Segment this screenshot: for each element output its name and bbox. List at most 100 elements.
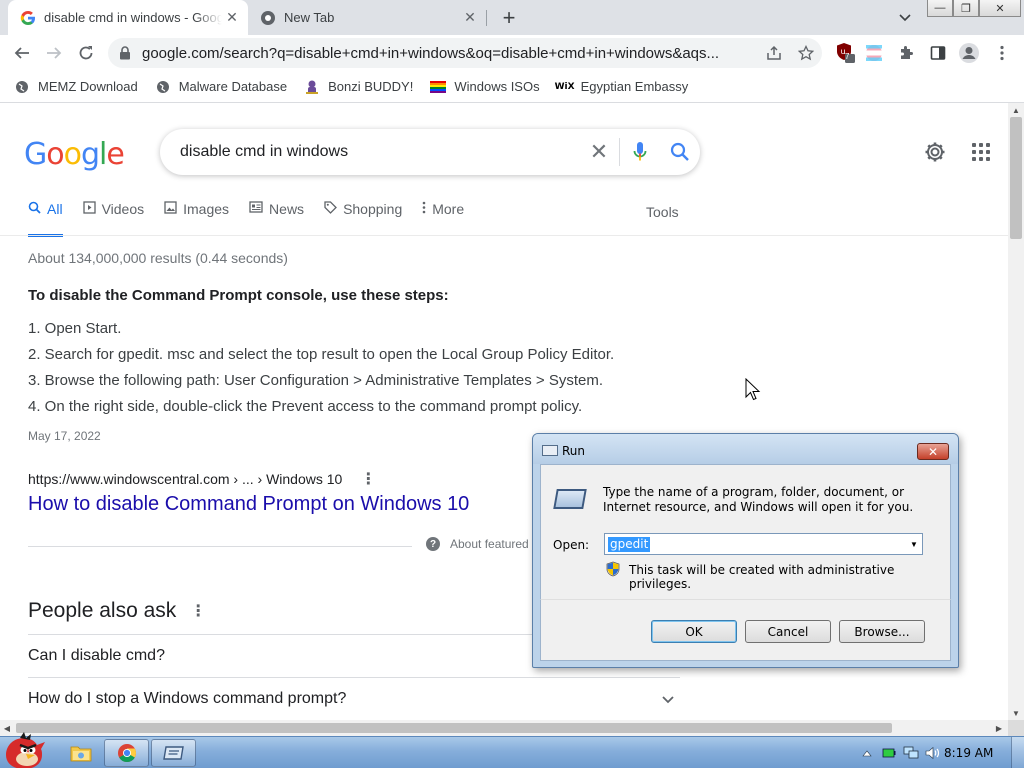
- search-nav-tabs: All Videos Images News Shopping More: [28, 201, 484, 237]
- bookmark-star-icon[interactable]: [790, 45, 822, 61]
- run-titlebar[interactable]: Run ✕: [533, 434, 958, 464]
- tab-videos[interactable]: Videos: [82, 201, 144, 237]
- run-buttons-area: OK Cancel Browse...: [540, 599, 951, 661]
- taskbar-explorer[interactable]: [58, 739, 103, 767]
- cancel-button[interactable]: Cancel: [745, 620, 831, 643]
- chevron-down-icon[interactable]: [662, 691, 674, 707]
- search-input[interactable]: disable cmd in windows: [180, 143, 579, 161]
- bookmark-windows-isos[interactable]: Windows ISOs: [430, 79, 540, 95]
- logo-letter: G: [24, 137, 47, 172]
- flag-extension-icon[interactable]: [862, 41, 886, 65]
- tab-more[interactable]: More: [422, 201, 464, 237]
- reload-icon[interactable]: [72, 39, 100, 67]
- clear-search-icon[interactable]: ✕: [579, 139, 619, 165]
- tab-title: New Tab: [284, 10, 335, 25]
- address-bar[interactable]: google.com/search?q=disable+cmd+in+windo…: [108, 38, 822, 68]
- tab-label: Images: [183, 201, 230, 217]
- close-tab-icon[interactable]: ✕: [460, 8, 480, 28]
- run-body: Type the name of a program, folder, docu…: [540, 464, 951, 599]
- battery-icon[interactable]: [878, 747, 900, 759]
- start-button-angry-bird-icon[interactable]: [0, 729, 52, 768]
- scroll-thumb[interactable]: [16, 723, 892, 733]
- browse-button[interactable]: Browse...: [839, 620, 925, 643]
- taskbar-clock[interactable]: 8:19 AM: [944, 746, 993, 760]
- share-icon[interactable]: [758, 45, 790, 61]
- paa-question-text: How do I stop a Windows command prompt?: [28, 690, 347, 707]
- extensions-puzzle-icon[interactable]: [894, 41, 918, 65]
- paa-question[interactable]: How do I stop a Windows command prompt?: [28, 677, 680, 720]
- tab-search-chevron-icon[interactable]: [893, 5, 917, 31]
- result-title-link[interactable]: How to disable Command Prompt on Windows…: [28, 493, 469, 516]
- ok-button[interactable]: OK: [651, 620, 737, 643]
- scroll-down-icon[interactable]: ▼: [1008, 706, 1024, 720]
- tab-shopping[interactable]: Shopping: [324, 201, 402, 237]
- featured-snippet-heading: To disable the Command Prompt console, u…: [28, 287, 449, 304]
- url-text[interactable]: google.com/search?q=disable+cmd+in+windo…: [142, 45, 758, 62]
- uac-shield-icon: [606, 561, 620, 577]
- microphone-icon[interactable]: [620, 141, 660, 163]
- bookmark-egyptian-embassy[interactable]: WiX Egyptian Embassy: [555, 79, 689, 95]
- folder-icon: [70, 746, 91, 762]
- run-close-button[interactable]: ✕: [917, 443, 949, 460]
- taskbar-run[interactable]: [151, 739, 196, 767]
- run-description: Type the name of a program, folder, docu…: [603, 485, 914, 514]
- restore-button[interactable]: ❐: [953, 0, 979, 17]
- run-dialog: Run ✕ Type the name of a program, folder…: [532, 433, 959, 668]
- ublock-extension-icon[interactable]: u 7: [834, 41, 858, 65]
- tools-button[interactable]: Tools: [646, 204, 679, 220]
- scrollbar-corner: [1008, 720, 1024, 736]
- window-close-button[interactable]: ✕: [979, 0, 1021, 17]
- tab-all[interactable]: All: [28, 201, 63, 237]
- horizontal-scrollbar[interactable]: ◀ ▶: [0, 720, 1008, 736]
- scroll-right-icon[interactable]: ▶: [992, 720, 1006, 736]
- bookmark-memz[interactable]: MEMZ Download: [14, 79, 138, 95]
- chrome-icon: [117, 744, 136, 762]
- news-icon: [249, 201, 263, 216]
- tab-new-tab[interactable]: New Tab ✕: [250, 0, 486, 35]
- new-tab-button[interactable]: +: [496, 5, 522, 31]
- tab-news[interactable]: News: [249, 201, 304, 237]
- search-icon[interactable]: [660, 142, 700, 162]
- minimize-button[interactable]: —: [927, 0, 953, 17]
- run-title: Run: [562, 444, 586, 458]
- more-vert-icon[interactable]: ⋮: [190, 601, 206, 621]
- search-box[interactable]: disable cmd in windows ✕: [160, 129, 700, 175]
- network-icon[interactable]: [900, 746, 922, 760]
- google-logo[interactable]: Google: [24, 137, 125, 172]
- browser-toolbar: google.com/search?q=disable+cmd+in+windo…: [0, 35, 1024, 71]
- settings-gear-icon[interactable]: [922, 139, 948, 165]
- google-apps-icon[interactable]: [968, 139, 994, 165]
- close-tab-icon[interactable]: ✕: [222, 8, 242, 28]
- profile-avatar-icon[interactable]: [957, 41, 981, 65]
- bookmark-malware-database[interactable]: Malware Database: [155, 79, 287, 95]
- show-desktop-button[interactable]: [1011, 737, 1024, 768]
- dropdown-arrow-icon[interactable]: ▼: [908, 537, 920, 551]
- bookmark-bonzi-buddy[interactable]: Bonzi BUDDY!: [304, 79, 413, 95]
- search-icon: [28, 201, 41, 217]
- open-combobox[interactable]: gpedit ▼: [604, 533, 923, 555]
- forward-icon[interactable]: [40, 39, 68, 67]
- run-program-icon: [553, 489, 587, 509]
- result-options-icon[interactable]: ⋮: [360, 469, 376, 489]
- tab-google-search[interactable]: disable cmd in windows - Google Search ✕: [8, 0, 248, 35]
- taskbar-chrome[interactable]: [104, 739, 149, 767]
- side-panel-icon[interactable]: [926, 41, 950, 65]
- lock-icon[interactable]: [108, 46, 142, 60]
- chrome-menu-icon[interactable]: [990, 41, 1014, 65]
- volume-icon[interactable]: [922, 746, 944, 760]
- back-icon[interactable]: [8, 39, 36, 67]
- extension-badge: 7: [845, 52, 850, 61]
- open-input-value[interactable]: gpedit: [608, 536, 651, 552]
- cite-url[interactable]: https://www.windowscentral.com › ... › W…: [28, 471, 342, 487]
- vertical-scrollbar[interactable]: ▲ ▼: [1008, 103, 1024, 720]
- show-hidden-icons-icon[interactable]: [856, 749, 878, 757]
- image-icon: [164, 201, 177, 217]
- tab-images[interactable]: Images: [164, 201, 229, 237]
- open-label: Open:: [553, 538, 590, 552]
- featured-snippet-steps: 1. Open Start. 2. Search for gpedit. msc…: [28, 319, 614, 423]
- scroll-thumb[interactable]: [1010, 117, 1022, 239]
- scroll-up-icon[interactable]: ▲: [1008, 103, 1024, 117]
- list-item: 2. Search for gpedit. msc and select the…: [28, 346, 615, 363]
- video-icon: [82, 201, 96, 217]
- bookmark-label: Windows ISOs: [454, 79, 540, 94]
